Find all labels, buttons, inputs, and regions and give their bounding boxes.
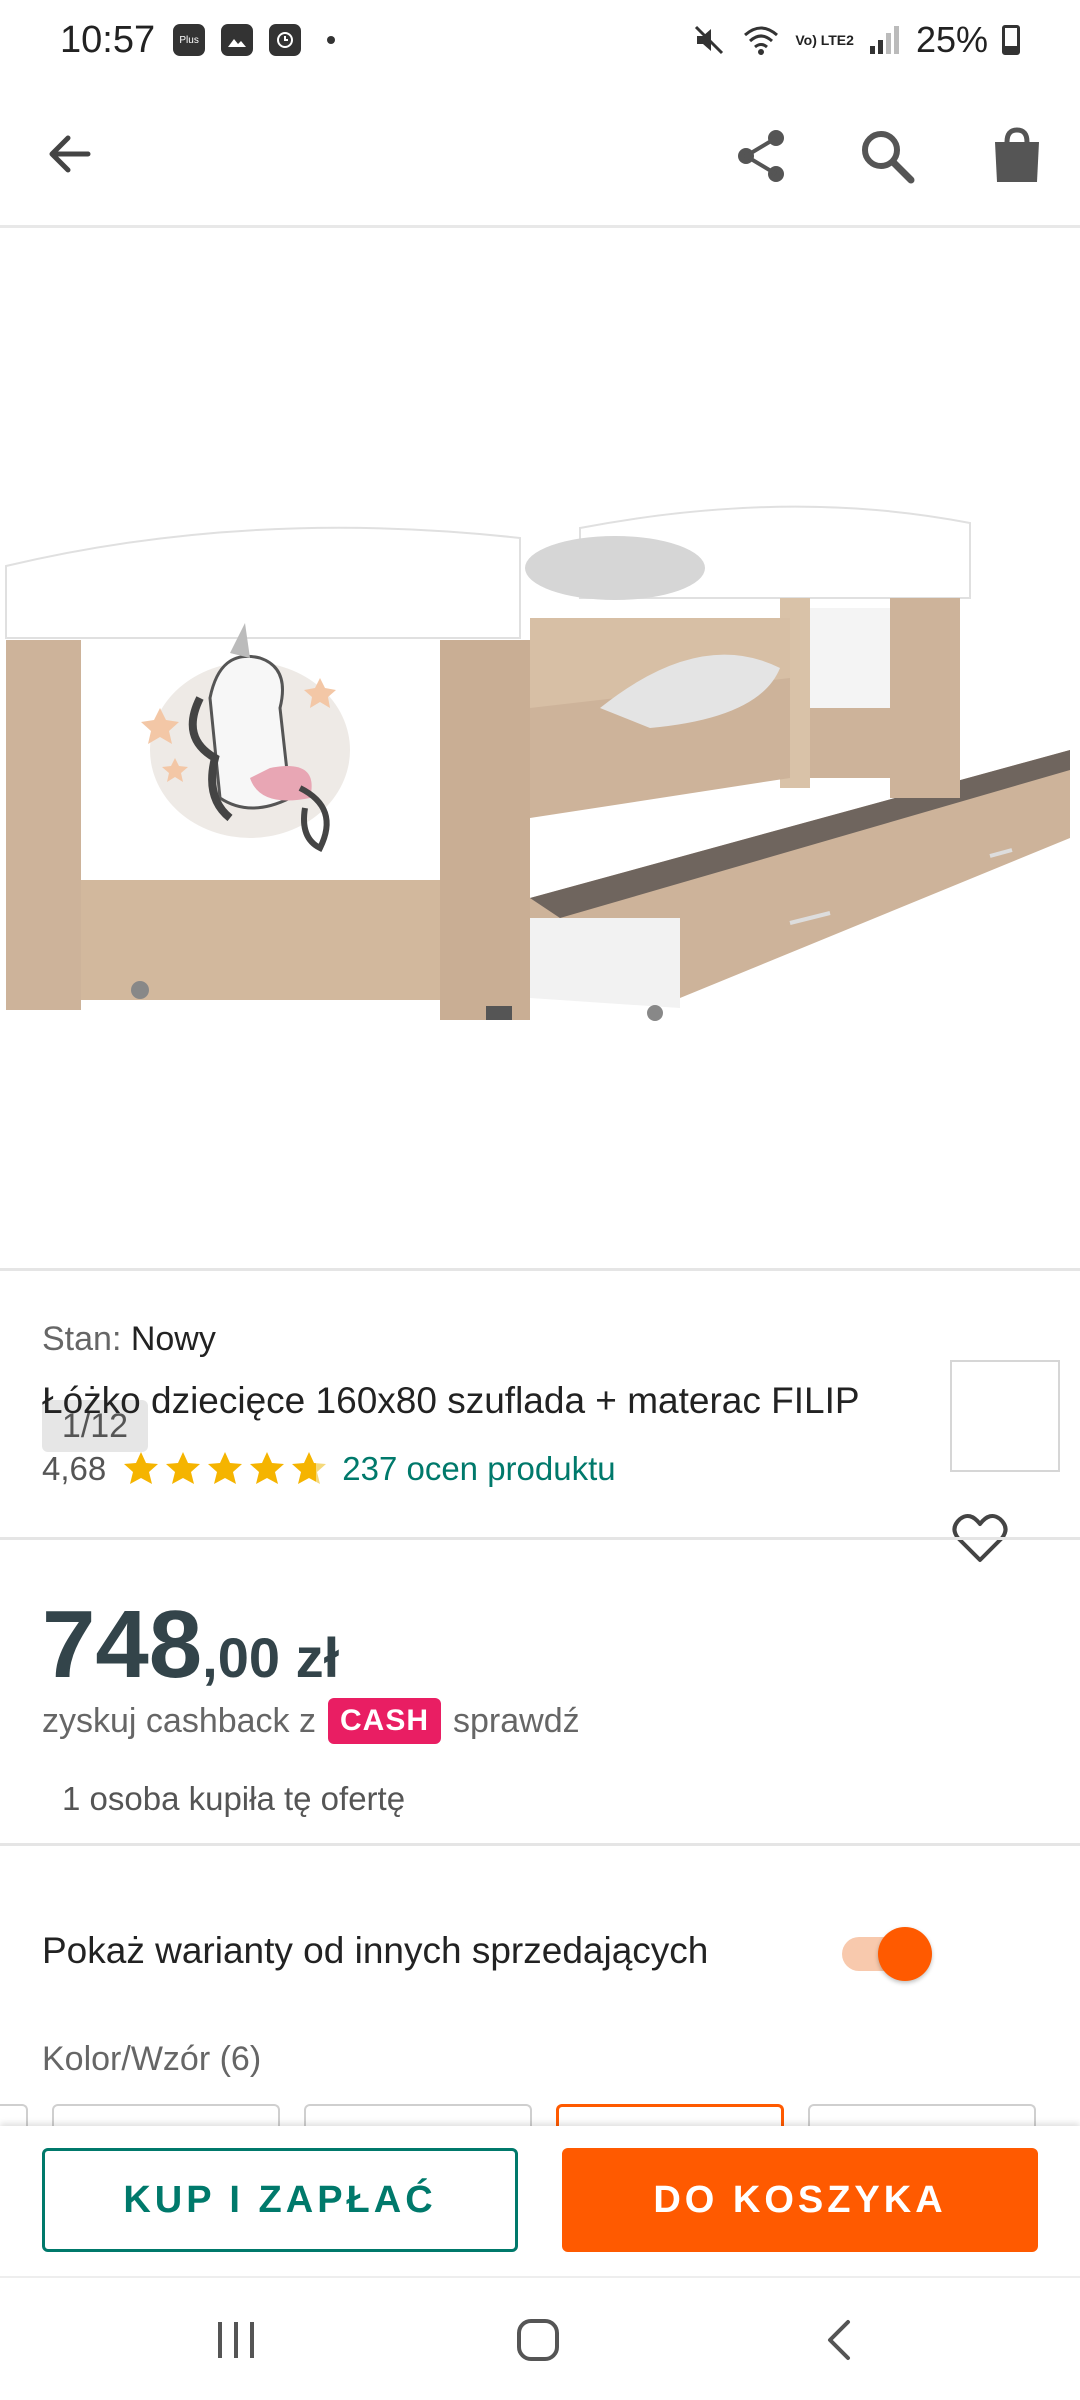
clock-app-icon: [269, 24, 302, 56]
cashback-prefix: zyskuj cashback z: [42, 1701, 316, 1740]
price-decimal: ,00 zł: [202, 1626, 340, 1689]
star-icon: [208, 1452, 243, 1484]
mute-icon: [695, 25, 724, 55]
cashback-row[interactable]: zyskuj cashback z CASH sprawdź: [42, 1698, 580, 1744]
more-notifications-icon: [327, 36, 336, 44]
add-to-cart-button[interactable]: DO KOSZYKA: [562, 2148, 1038, 2252]
condition-value: Nowy: [130, 1320, 216, 1358]
purchase-action-bar: KUP I ZAPŁAĆ DO KOSZYKA: [0, 2126, 1080, 2276]
app-bar: [0, 80, 1080, 228]
cashback-check-link[interactable]: sprawdź: [453, 1702, 580, 1741]
price: 748,00 zł: [42, 1590, 339, 1700]
recent-apps-icon[interactable]: [212, 2318, 260, 2362]
favorite-button[interactable]: [950, 1360, 1060, 1562]
lidl-plus-icon: Plus: [173, 24, 206, 56]
battery-percent: 25%: [915, 19, 988, 60]
home-icon[interactable]: [514, 2318, 562, 2362]
condition-row: Stan: Nowy: [42, 1320, 216, 1359]
wifi-icon: [744, 26, 779, 55]
back-arrow-icon[interactable]: [40, 124, 100, 184]
rating-score: 4,68: [42, 1450, 107, 1487]
system-navigation-bar: [0, 2276, 1080, 2400]
system-back-icon[interactable]: [820, 2318, 860, 2362]
product-image: [5, 505, 1070, 1021]
bought-count: 1 osoba kupiła tę ofertę: [62, 1780, 406, 1817]
star-half-icon: [292, 1452, 327, 1484]
battery-icon: [1002, 25, 1020, 55]
star-icon: [166, 1452, 201, 1484]
search-icon[interactable]: [855, 124, 919, 188]
other-sellers-label: Pokaż warianty od innych sprzedających: [42, 1930, 709, 1971]
price-integer: 748: [42, 1591, 203, 1698]
status-bar: 10:57 Plus Vo) LTE2 25%: [0, 0, 1080, 80]
divider: [0, 1537, 1080, 1540]
product-title: Łóżko dziecięce 160x80 szuflada + matera…: [42, 1380, 860, 1421]
rating-stars: [122, 1450, 328, 1488]
share-icon[interactable]: [730, 124, 794, 188]
status-time: 10:57: [60, 18, 156, 61]
star-icon: [124, 1452, 159, 1484]
gallery-icon: [221, 24, 254, 56]
buy-now-button[interactable]: KUP I ZAPŁAĆ: [42, 2148, 518, 2252]
condition-label: Stan:: [42, 1320, 122, 1358]
rating-row[interactable]: 4,68 237 ocen produktu: [42, 1450, 616, 1488]
other-sellers-toggle[interactable]: [838, 1925, 932, 1981]
divider: [0, 1268, 1080, 1271]
star-icon: [250, 1452, 285, 1484]
volte-indicator: Vo) LTE2: [795, 32, 854, 48]
product-image-gallery[interactable]: 1/12: [0, 228, 1080, 1562]
color-pattern-label: Kolor/Wzór (6): [42, 2040, 262, 2078]
signal-icon: [869, 26, 899, 54]
shopping-bag-icon[interactable]: [985, 124, 1049, 188]
cash-badge: CASH: [328, 1698, 442, 1744]
rating-count-link[interactable]: 237 ocen produktu: [342, 1450, 615, 1488]
divider: [0, 1843, 1080, 1846]
